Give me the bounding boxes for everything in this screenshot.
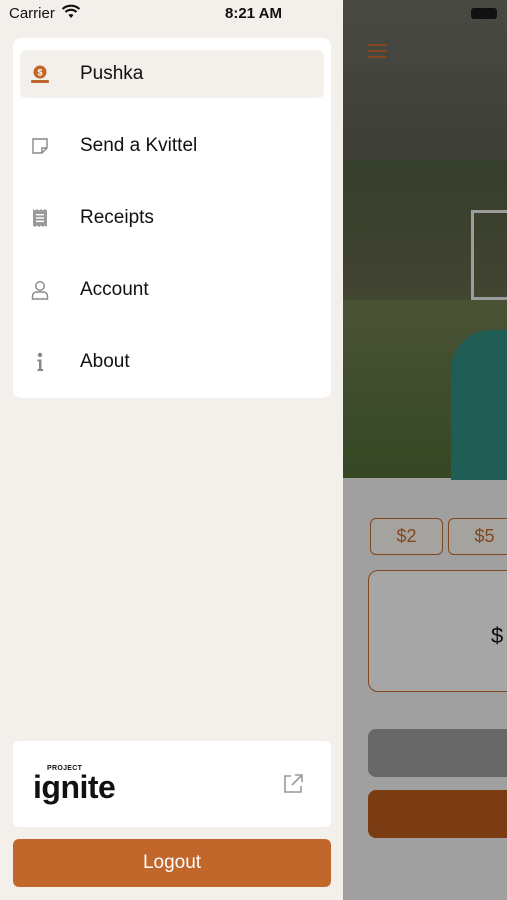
svg-text:$: $: [37, 68, 42, 78]
logout-button[interactable]: Logout: [13, 839, 331, 887]
drawer-menu: $ Pushka Send a Kvittel Receipts Account…: [13, 38, 331, 398]
carrier-label: Carrier: [9, 5, 55, 22]
menu-item-receipts[interactable]: Receipts: [20, 194, 324, 242]
info-icon: [30, 352, 50, 372]
clock: 8:21 AM: [225, 5, 282, 22]
battery-icon: [471, 8, 497, 19]
logo-text: ignite: [33, 769, 116, 805]
status-bar: Carrier 8:21 AM: [0, 0, 343, 28]
external-link-icon[interactable]: [282, 773, 304, 800]
menu-item-label: Receipts: [80, 207, 154, 228]
menu-item-label: About: [80, 351, 130, 372]
background-app: $2 $5 $: [343, 0, 507, 900]
receipt-icon: [30, 208, 50, 228]
pushka-coin-icon: $: [30, 64, 50, 84]
note-icon: [30, 136, 50, 156]
wifi-icon: [61, 4, 81, 18]
menu-item-label: Account: [80, 279, 149, 300]
overlay-scrim[interactable]: [343, 0, 507, 900]
menu-item-label: Send a Kvittel: [80, 135, 198, 156]
menu-item-pushka[interactable]: $ Pushka: [20, 50, 324, 98]
menu-item-send-kvittel[interactable]: Send a Kvittel: [20, 122, 324, 170]
brand-card: PROJECT ignite: [13, 741, 331, 827]
menu-item-label: Pushka: [80, 63, 144, 84]
person-icon: [30, 280, 50, 300]
menu-item-account[interactable]: Account: [20, 266, 324, 314]
menu-item-about[interactable]: About: [20, 338, 324, 386]
